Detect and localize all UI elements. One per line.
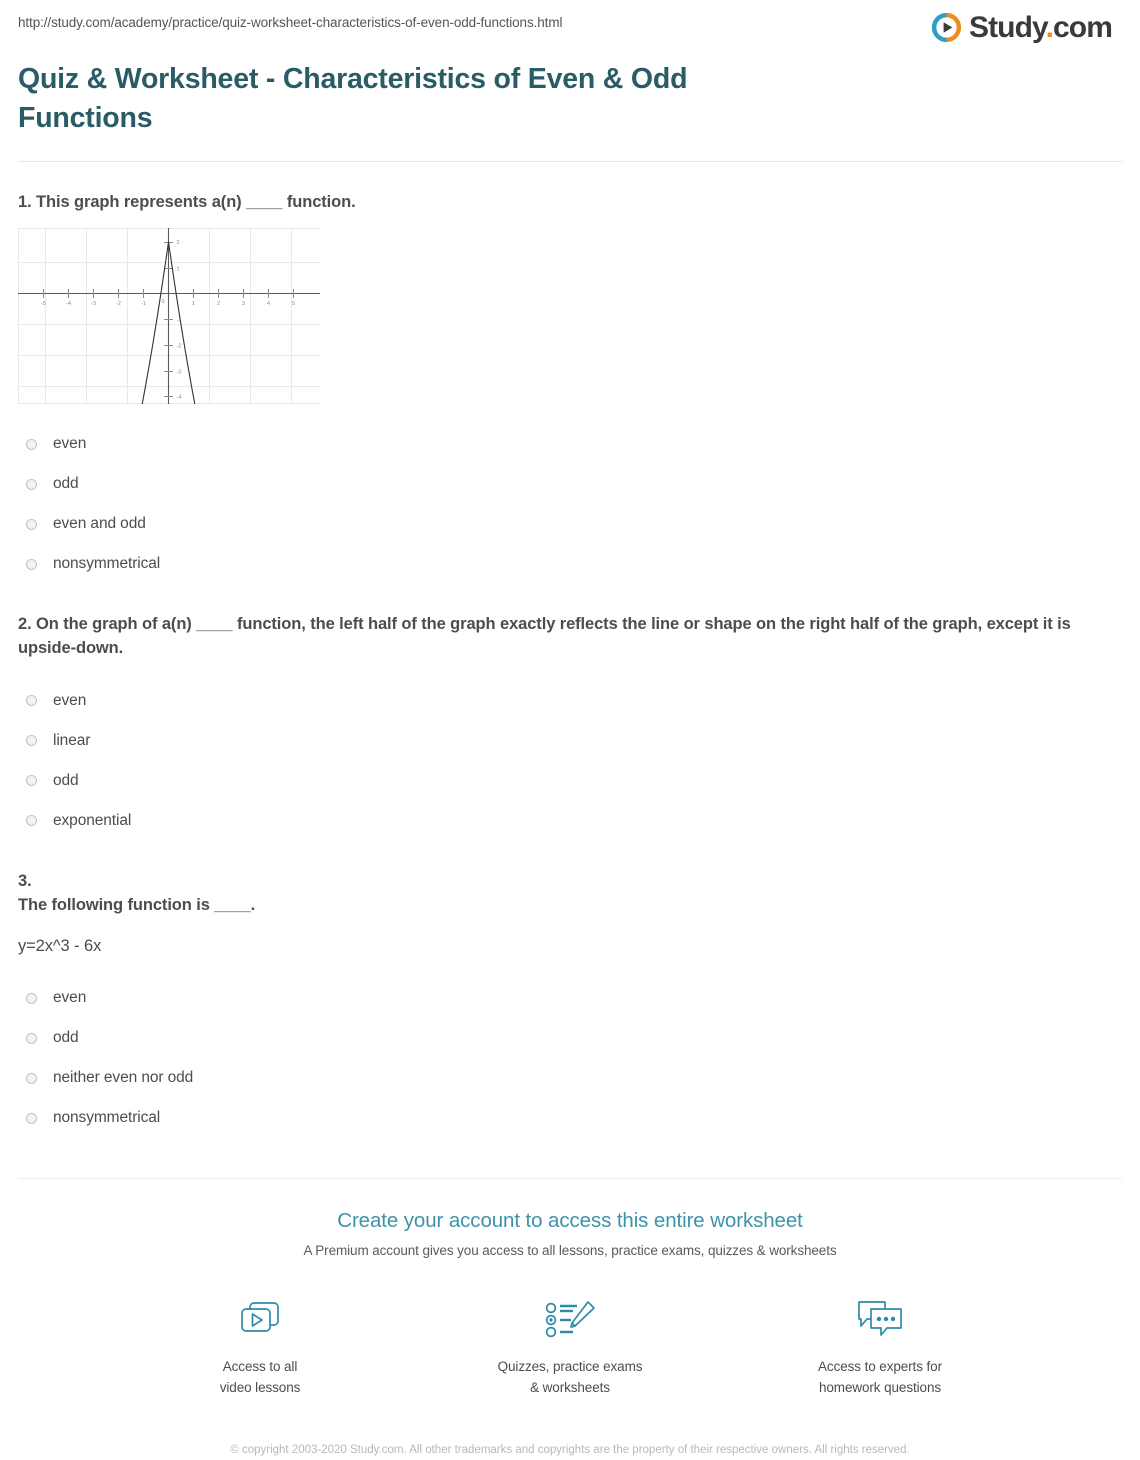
radio-button-icon[interactable] bbox=[26, 1112, 37, 1124]
radio-button-icon[interactable] bbox=[26, 815, 37, 827]
page-url: http://study.com/academy/practice/quiz-w… bbox=[18, 15, 563, 30]
radio-button-icon[interactable] bbox=[26, 992, 37, 1004]
option-label: neither even nor odd bbox=[53, 1069, 194, 1087]
option-2-2[interactable]: linear bbox=[18, 721, 1122, 761]
page-title: Quiz & Worksheet - Characteristics of Ev… bbox=[18, 63, 688, 135]
logo-dot: . bbox=[1045, 10, 1054, 44]
copyright-text: © copyright 2003-2020 Study.com. All oth… bbox=[230, 1443, 910, 1456]
option-label: nonsymmetrical bbox=[53, 555, 161, 573]
option-2-1[interactable]: even bbox=[18, 681, 1122, 721]
option-3-2[interactable]: odd bbox=[18, 1018, 1122, 1058]
logo-wordmark: Study.com bbox=[968, 10, 1113, 44]
chat-bubbles-icon bbox=[795, 1296, 965, 1344]
feature-label-line2: video lessons bbox=[219, 1380, 301, 1396]
radio-button-icon[interactable] bbox=[26, 478, 37, 490]
feature-label-line2: homework questions bbox=[818, 1380, 941, 1396]
option-3-4[interactable]: nonsymmetrical bbox=[18, 1098, 1122, 1138]
parabola-chart: -5 -4 -3 -2 -1 1 2 3 4 5 0 2 1 -1 -2 -3 bbox=[18, 228, 320, 405]
radio-button-icon[interactable] bbox=[26, 1072, 37, 1084]
radio-button-icon[interactable] bbox=[26, 438, 37, 450]
question-3-text: The following function is ____. bbox=[18, 896, 256, 915]
chart-axes bbox=[18, 228, 320, 405]
svg-text:4: 4 bbox=[267, 301, 270, 307]
feature-label-line2: & worksheets bbox=[530, 1380, 610, 1396]
svg-text:5: 5 bbox=[292, 301, 295, 307]
svg-text:-3: -3 bbox=[91, 301, 96, 307]
radio-button-icon[interactable] bbox=[26, 775, 37, 787]
feature-label-line1: Access to all bbox=[222, 1359, 298, 1375]
option-3-1[interactable]: even bbox=[18, 978, 1122, 1018]
logo-name: Study bbox=[968, 10, 1047, 44]
option-label: even bbox=[53, 435, 87, 453]
footer: Create your account to access this entir… bbox=[18, 1178, 1122, 1460]
cta-block: Create your account to access this entir… bbox=[18, 1179, 1122, 1258]
option-1-1[interactable]: even bbox=[18, 424, 1122, 464]
study-com-logo[interactable]: Study.com bbox=[931, 12, 1122, 43]
option-1-2[interactable]: odd bbox=[18, 464, 1122, 504]
question-3: 3. The following function is ____. y=2x^… bbox=[18, 869, 1122, 1138]
option-1-4[interactable]: nonsymmetrical bbox=[18, 544, 1122, 584]
feature-video-lessons: Access to all video lessons bbox=[175, 1296, 345, 1399]
question-3-number: 3. bbox=[18, 871, 32, 890]
feature-list: Access to all video lessons Quizzes, pra… bbox=[18, 1296, 1122, 1399]
feature-experts: Access to experts for homework questions bbox=[795, 1296, 965, 1399]
question-1: 1. This graph represents a(n) ____ funct… bbox=[18, 190, 1122, 584]
svg-text:-4: -4 bbox=[177, 395, 182, 401]
question-1-graph: -5 -4 -3 -2 -1 1 2 3 4 5 0 2 1 -1 -2 -3 bbox=[18, 228, 320, 405]
svg-text:-2: -2 bbox=[177, 344, 182, 350]
svg-text:-5: -5 bbox=[41, 301, 46, 307]
svg-text:1: 1 bbox=[176, 267, 179, 273]
play-circle-icon bbox=[931, 12, 962, 43]
question-2-text: 2. On the graph of a(n) ____ function, t… bbox=[18, 615, 1071, 658]
question-1-options: even odd even and odd nonsymmetrical bbox=[18, 424, 1122, 584]
option-label: nonsymmetrical bbox=[53, 1109, 161, 1127]
video-lessons-icon bbox=[175, 1296, 345, 1344]
svg-text:0: 0 bbox=[161, 299, 164, 305]
option-3-3[interactable]: neither even nor odd bbox=[18, 1058, 1122, 1098]
radio-button-icon[interactable] bbox=[26, 1032, 37, 1044]
option-label: even bbox=[53, 691, 87, 709]
option-label: linear bbox=[53, 731, 91, 749]
svg-text:-3: -3 bbox=[177, 370, 182, 376]
svg-text:2: 2 bbox=[217, 301, 220, 307]
title-divider bbox=[18, 160, 1122, 162]
quiz-pencil-icon bbox=[485, 1296, 655, 1344]
option-2-3[interactable]: odd bbox=[18, 761, 1122, 801]
feature-label: Quizzes, practice exams & worksheets bbox=[485, 1357, 655, 1399]
option-label: even and odd bbox=[53, 515, 146, 533]
feature-label-line1: Quizzes, practice exams bbox=[497, 1359, 643, 1375]
question-1-text: 1. This graph represents a(n) ____ funct… bbox=[18, 192, 356, 211]
svg-text:-2: -2 bbox=[116, 301, 121, 307]
svg-text:-1: -1 bbox=[141, 301, 146, 307]
logo-tld: com bbox=[1053, 10, 1113, 44]
feature-label: Access to all video lessons bbox=[175, 1357, 345, 1399]
question-2-options: even linear odd exponential bbox=[18, 681, 1122, 841]
option-label: odd bbox=[53, 771, 79, 789]
option-label: exponential bbox=[53, 811, 132, 829]
worksheet-page: http://study.com/academy/practice/quiz-w… bbox=[0, 0, 1140, 1459]
feature-quizzes: Quizzes, practice exams & worksheets bbox=[485, 1296, 655, 1399]
option-1-3[interactable]: even and odd bbox=[18, 504, 1122, 544]
question-2: 2. On the graph of a(n) ____ function, t… bbox=[18, 612, 1122, 841]
option-2-4[interactable]: exponential bbox=[18, 801, 1122, 841]
option-label: odd bbox=[53, 475, 79, 493]
question-3-equation: y=2x^3 - 6x bbox=[18, 936, 102, 955]
cta-title[interactable]: Create your account to access this entir… bbox=[18, 1209, 1122, 1233]
svg-text:3: 3 bbox=[242, 301, 245, 307]
option-label: odd bbox=[53, 1029, 79, 1047]
cta-subtitle: A Premium account gives you access to al… bbox=[303, 1243, 837, 1259]
svg-text:1: 1 bbox=[192, 301, 195, 307]
radio-button-icon[interactable] bbox=[26, 518, 37, 530]
feature-label: Access to experts for homework questions bbox=[795, 1357, 965, 1399]
browser-print-header: http://study.com/academy/practice/quiz-w… bbox=[18, 0, 1122, 46]
question-3-options: even odd neither even nor odd nonsymmetr… bbox=[18, 978, 1122, 1138]
radio-button-icon[interactable] bbox=[26, 695, 37, 707]
radio-button-icon[interactable] bbox=[26, 558, 37, 570]
radio-button-icon[interactable] bbox=[26, 735, 37, 747]
svg-text:-4: -4 bbox=[66, 301, 71, 307]
svg-text:2: 2 bbox=[176, 240, 179, 246]
option-label: even bbox=[53, 989, 87, 1007]
feature-label-line1: Access to experts for bbox=[818, 1359, 942, 1375]
